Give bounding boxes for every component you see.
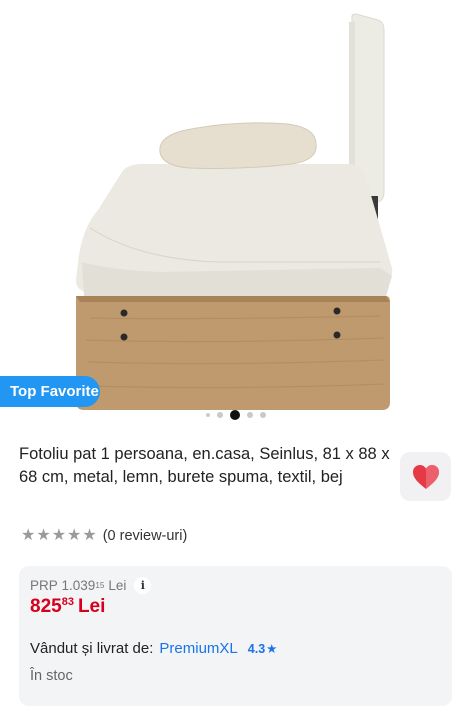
top-favorite-badge: Top Favorite: [0, 376, 100, 407]
price-integer: 825: [30, 596, 62, 617]
pagination-dot[interactable]: [216, 412, 223, 418]
pagination-dot-active[interactable]: [229, 410, 240, 420]
seller-rating[interactable]: 4.3 ★: [247, 641, 278, 657]
product-image[interactable]: [0, 0, 471, 425]
pagination-dot[interactable]: [246, 412, 253, 418]
prp-label: PRP: [30, 578, 58, 593]
product-image-gallery[interactable]: Top Favorite: [0, 0, 471, 425]
star-icon: ★: [67, 527, 82, 544]
product-title: Fotoliu pat 1 persoana, en.casa, Seinlus…: [19, 445, 390, 486]
heart-icon: [412, 464, 439, 489]
rating-stars: ★ ★ ★ ★ ★: [21, 527, 97, 545]
price-card: PRP 1.039 15 Lei i 82583 Lei Vândut și livr…: [19, 566, 452, 706]
seller-info: Vândut și livrat de: PremiumXL 4.3 ★: [30, 640, 277, 657]
current-price: 82583 Lei: [30, 596, 105, 618]
star-icon: ★: [21, 527, 36, 544]
pagination-dot[interactable]: [205, 413, 210, 417]
price-currency: Lei: [77, 596, 106, 617]
stock-status: În stoc: [30, 668, 73, 684]
prp-currency: Lei: [108, 578, 127, 593]
star-icon: ★: [36, 527, 51, 544]
pagination-dot[interactable]: [259, 412, 266, 418]
info-icon[interactable]: i: [134, 577, 152, 594]
price-decimals: 83: [61, 596, 74, 608]
recommended-price: PRP 1.039 15 Lei i: [30, 577, 152, 594]
seller-link[interactable]: PremiumXL: [159, 640, 237, 657]
star-icon: ★: [266, 642, 278, 656]
star-icon: ★: [51, 527, 67, 544]
star-icon: ★: [82, 527, 97, 544]
product-rating[interactable]: ★ ★ ★ ★ ★ (0 review-uri): [21, 527, 187, 545]
prp-decimals: 15: [95, 581, 105, 590]
add-to-favorites-button[interactable]: [400, 452, 451, 501]
prp-integer: 1.039: [61, 578, 96, 593]
seller-rating-value: 4.3: [247, 641, 266, 656]
seller-label: Vândut și livrat de:: [30, 640, 154, 657]
gallery-pagination[interactable]: [0, 410, 471, 420]
review-count-link[interactable]: (0 review-uri): [103, 528, 188, 544]
